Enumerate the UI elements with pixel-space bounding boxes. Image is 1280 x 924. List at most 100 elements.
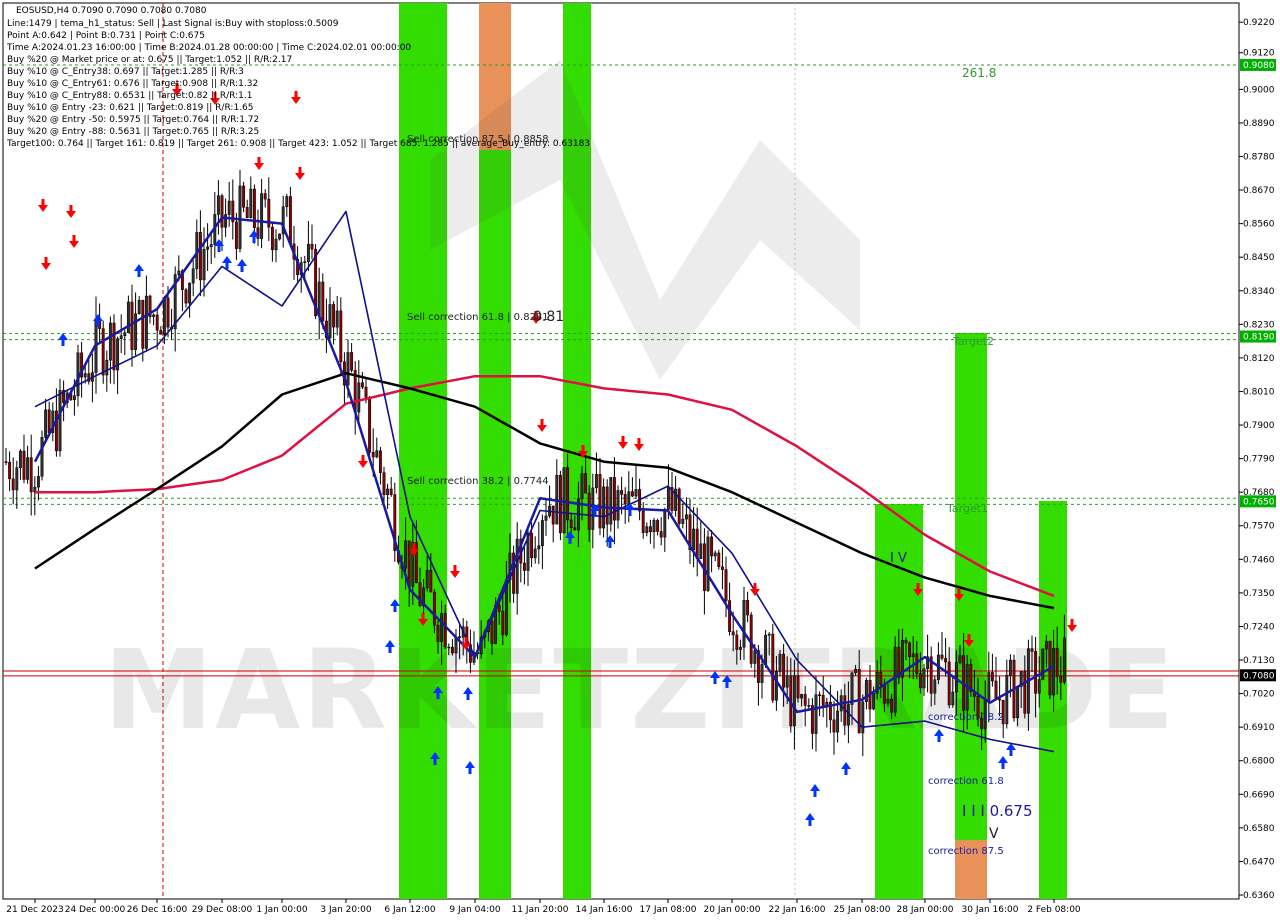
candle-body [692,528,696,551]
candle-body [933,679,937,694]
candle-body [879,671,883,686]
candle-body [1041,648,1045,680]
candle-body [18,450,22,468]
candle-body [634,489,638,497]
candle-body [332,304,336,328]
candle-body [15,467,19,491]
candle-body [663,509,667,538]
x-tick-label: 2 Feb 08:00 [1027,905,1081,915]
candle-body [645,526,649,533]
y-tick-label: 0.8230 [1243,320,1275,330]
candle-body [1044,640,1048,650]
candle-body [346,352,350,386]
candle-body [1034,651,1038,694]
candle-body [814,694,818,734]
sell-correction-61-label: Sell correction 61.8 | 0.8281 [407,312,549,323]
candle-body [566,467,570,521]
candle-body [238,185,242,249]
info-line: Buy %10 @ C_Entry61: 0.676 || Target:0.9… [7,79,258,89]
candle-body [137,299,141,314]
x-tick-label: 26 Dec 16:00 [127,905,188,915]
info-line: Line:1479 | tema_h1_status: Sell | Last … [7,19,339,29]
candle-body [612,477,616,521]
candle-body [904,640,908,644]
candle-body [515,538,519,594]
candle-body [796,675,800,699]
candle-body [245,207,249,218]
candle-body [731,631,735,636]
candle-body [425,570,429,589]
candle-body [285,196,289,208]
candle-body [274,238,278,251]
candle-body [771,633,775,701]
candle-body [630,491,634,497]
price-label-text: 0.7080 [1243,671,1275,681]
target2-label: Target2 [952,335,994,348]
candle-body [713,552,717,557]
price-label-text: 0.9080 [1243,61,1275,71]
y-tick-label: 0.8450 [1243,253,1275,263]
candle-body [569,519,573,528]
candle-body [951,691,955,706]
price-label-text: 0.8190 [1243,333,1275,343]
candle-body [216,195,220,215]
candle-body [249,188,253,218]
x-tick-label: 22 Jan 16:00 [769,905,826,915]
x-tick-label: 14 Jan 16:00 [576,905,633,915]
candle-body [911,653,915,657]
candle-body [944,658,948,663]
y-tick-label: 0.8780 [1243,152,1275,162]
candle-body [735,634,739,650]
candle-body [800,694,804,699]
candle-body [440,613,444,642]
symbol-line: EOSUSD,H4 0.7090 0.7090 0.7080 0.7080 [16,6,207,16]
candle-body [260,193,264,239]
candle-body [652,520,656,533]
candle-body [659,531,663,538]
candle-body [105,359,109,376]
candle-body [641,510,645,533]
candle-body [609,477,613,525]
info-line: Buy %20 @ Entry -50: 0.5975 || Target:0.… [7,115,259,125]
y-tick-label: 0.6690 [1243,790,1275,800]
x-tick-label: 17 Jan 08:00 [640,905,697,915]
y-tick-label: 0.7900 [1243,421,1275,431]
candle-body [198,232,202,281]
candle-body [908,642,912,657]
info-line: Buy %10 @ C_Entry38: 0.697 || Target:1.2… [7,67,244,77]
candle-body [119,335,123,340]
y-tick-label: 0.7460 [1243,555,1275,565]
x-tick-label: 6 Jan 12:00 [384,905,436,915]
candle-body [616,490,620,521]
x-tick-label: 25 Jan 08:00 [834,905,891,915]
candle-body [458,636,462,638]
candle-body [141,299,145,349]
candle-body [1008,659,1012,676]
y-tick-label: 0.7020 [1243,690,1275,700]
candle-body [382,472,386,495]
candle-body [850,672,854,705]
y-tick-label: 0.8340 [1243,287,1275,297]
candle-body [785,675,789,688]
candle-body [681,518,685,524]
candle-body [371,451,375,458]
candle-body [234,221,238,249]
candle-body [537,545,541,550]
y-tick-label: 0.7570 [1243,522,1275,532]
candle-body [58,390,62,452]
y-tick-label: 0.7350 [1243,589,1275,599]
candle-body [562,467,566,534]
candle-body [821,694,825,708]
candle-body [1052,647,1056,696]
candle-body [918,673,922,689]
candle-body [11,478,15,491]
x-tick-label: 30 Jan 16:00 [962,905,1019,915]
candle-body [882,684,886,704]
candle-body [47,409,51,433]
candle-body [188,282,192,304]
candle-body [749,614,753,664]
candle-body [1059,675,1063,683]
candle-body [720,566,724,570]
candle-body [29,457,33,493]
candle-body [782,653,786,688]
